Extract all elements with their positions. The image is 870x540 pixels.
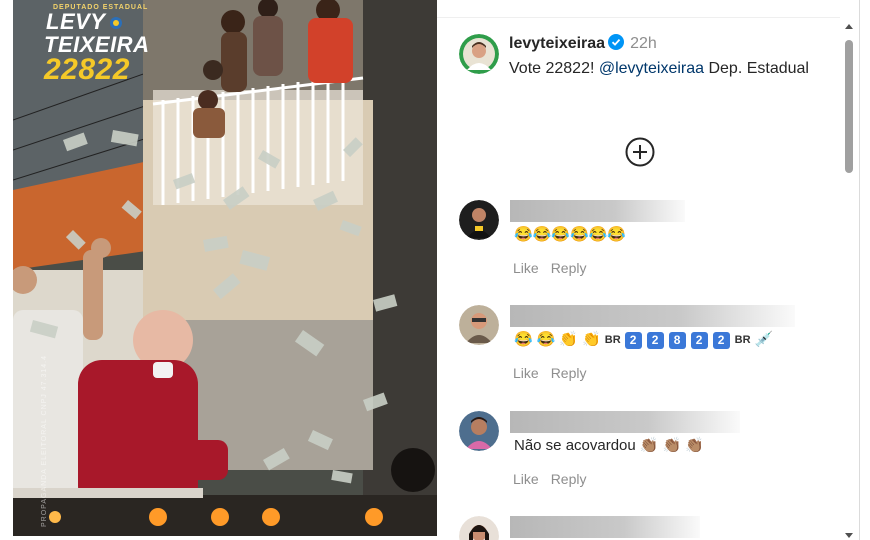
comment-item: Não se acovardou 👏🏽 👏🏽 👏🏽 Like Reply <box>459 411 839 501</box>
clapping-hands-icon: 👏🏽 <box>639 437 659 455</box>
comment-text: Não se acovardou 👏🏽 👏🏽 👏🏽 <box>514 435 708 457</box>
header-divider <box>437 17 840 18</box>
keycap-digit: 8 <box>668 331 686 349</box>
author-avatar[interactable] <box>459 34 499 74</box>
caption-text-start: Vote 22822! <box>509 60 599 77</box>
comment-item <box>459 516 839 540</box>
comment-actions: Like Reply <box>513 260 598 276</box>
like-button[interactable]: Like <box>513 365 539 381</box>
caption-text-end: Dep. Estadual <box>704 60 809 77</box>
reply-button[interactable]: Reply <box>551 365 587 381</box>
keycap-digit: 2 <box>712 331 730 349</box>
comment-text: 😂 😂 👏 👏 BR 2 2 8 2 2 BR 💉 <box>514 329 777 351</box>
campaign-disclaimer: PROPAGANDA ELEITORAL CNPJ 47.314.4 <box>41 355 48 527</box>
like-button[interactable]: Like <box>513 260 539 276</box>
laughing-emoji-icon: 😂 <box>514 331 533 349</box>
commenter-name-redacted <box>510 200 685 222</box>
clapping-hands-icon: 👏🏽 <box>685 437 704 455</box>
like-button[interactable]: Like <box>513 471 539 487</box>
laughing-emoji-icon: 😂 <box>536 331 556 349</box>
reply-button[interactable]: Reply <box>551 260 587 276</box>
flag-br-label: BR <box>604 334 621 347</box>
comment-item: 😂 😂 👏 👏 BR 2 2 8 2 2 BR 💉 Like Reply <box>459 305 839 395</box>
syringe-icon: 💉 <box>754 331 774 349</box>
commenter-avatar[interactable] <box>459 516 499 540</box>
instagram-post-window: DEPUTADO ESTADUAL LEVY TEIXEIRA 22822 PR… <box>0 0 870 540</box>
keycap-digit: 2 <box>624 331 642 349</box>
load-more-comments-button[interactable] <box>624 136 656 168</box>
comment-actions: Like Reply <box>513 365 598 381</box>
comment-text-words: Não se acovardou <box>514 437 636 454</box>
comments-scrollbar[interactable] <box>840 18 858 540</box>
keycap-digit: 2 <box>690 331 708 349</box>
comment-actions: Like Reply <box>513 471 598 487</box>
commenter-name-redacted <box>510 516 700 538</box>
keycap-digit: 2 <box>646 331 664 349</box>
scroll-up-arrow-icon[interactable] <box>845 24 853 29</box>
reply-button[interactable]: Reply <box>551 471 587 487</box>
post-video[interactable]: DEPUTADO ESTADUAL LEVY TEIXEIRA 22822 PR… <box>13 0 437 536</box>
caption-mention-link[interactable]: @levyteixeiraa <box>599 60 704 77</box>
verified-badge-icon <box>608 34 625 56</box>
scrollbar-thumb[interactable] <box>845 40 853 173</box>
post-time[interactable]: 22h <box>630 35 657 52</box>
comment-item: 😂😂😂😂😂😂 Like Reply <box>459 200 839 290</box>
clapping-hands-icon: 👏 <box>582 331 601 349</box>
commenter-name-redacted <box>510 411 740 433</box>
commenter-avatar[interactable] <box>459 411 499 451</box>
commenter-name-redacted <box>510 305 795 327</box>
campaign-number: 22822 <box>44 53 130 86</box>
caption-text: Vote 22822! @levyteixeiraa Dep. Estadual <box>509 58 809 80</box>
scroll-down-arrow-icon[interactable] <box>845 533 853 538</box>
comments-panel: levyteixeiraa 22h Vote 22822! @levyteixei… <box>437 0 860 540</box>
commenter-avatar[interactable] <box>459 305 499 345</box>
clapping-hands-icon: 👏🏽 <box>662 437 682 455</box>
commenter-avatar[interactable] <box>459 200 499 240</box>
flag-br-label: BR <box>734 334 751 347</box>
clapping-hands-icon: 👏 <box>559 331 579 349</box>
comment-text: 😂😂😂😂😂😂 <box>514 226 627 243</box>
plus-circle-icon <box>625 137 655 167</box>
author-username[interactable]: levyteixeiraa <box>509 35 605 52</box>
